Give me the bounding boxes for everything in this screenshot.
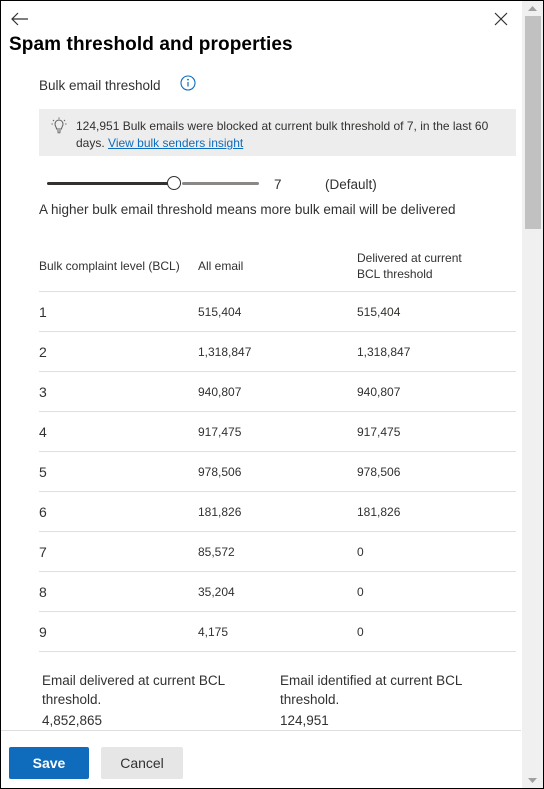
bulk-threshold-slider[interactable]	[47, 175, 259, 193]
cell-delivered: 181,826	[357, 491, 516, 532]
slider-default-label: (Default)	[325, 177, 377, 192]
table-row: 1 515,404 515,404	[39, 291, 516, 332]
cell-all-email: 515,404	[198, 291, 357, 332]
lightbulb-icon	[51, 117, 67, 135]
bulk-info-banner: 124,951 Bulk emails were blocked at curr…	[39, 109, 516, 156]
panel-footer: Save Cancel	[1, 730, 521, 788]
slider-track-empty	[182, 182, 259, 185]
cancel-button[interactable]: Cancel	[101, 747, 183, 779]
spam-threshold-panel: Spam threshold and properties Bulk email…	[0, 0, 544, 789]
slider-thumb[interactable]	[167, 176, 181, 190]
save-button[interactable]: Save	[9, 747, 89, 779]
cell-bcl-level: 4	[39, 411, 198, 452]
threshold-hint: A higher bulk email threshold means more…	[39, 202, 456, 217]
chevron-up-icon	[528, 6, 537, 11]
cell-bcl-level: 3	[39, 371, 198, 412]
cell-all-email: 917,475	[198, 411, 357, 452]
summary-identified: Email identified at current BCL threshol…	[280, 671, 500, 730]
header-bcl: Bulk complaint level (BCL)	[39, 241, 198, 292]
cell-bcl-level: 1	[39, 291, 198, 332]
cell-all-email: 1,318,847	[198, 331, 357, 372]
cell-bcl-level: 6	[39, 491, 198, 532]
table-row: 3 940,807 940,807	[39, 371, 516, 412]
cell-all-email: 940,807	[198, 371, 357, 412]
cell-all-email: 85,572	[198, 531, 357, 572]
summary-delivered-label: Email delivered at current BCL threshold…	[42, 673, 225, 707]
cell-delivered: 515,404	[357, 291, 516, 332]
cell-delivered: 0	[357, 571, 516, 612]
header-all-email: All email	[198, 241, 357, 292]
summary-delivered: Email delivered at current BCL threshold…	[42, 671, 262, 730]
vertical-scrollbar[interactable]	[522, 1, 543, 788]
bcl-table: Bulk complaint level (BCL) All email Del…	[39, 241, 516, 652]
info-button[interactable]	[179, 74, 197, 92]
slider-value: 7	[274, 177, 282, 192]
cell-bcl-level: 9	[39, 611, 198, 652]
panel-topbar	[1, 1, 521, 35]
cell-all-email: 35,204	[198, 571, 357, 612]
info-icon	[180, 75, 196, 91]
scroll-down-button[interactable]	[522, 773, 543, 788]
slider-track-filled	[47, 182, 169, 185]
summary-identified-value: 124,951	[280, 713, 329, 728]
cell-all-email: 978,506	[198, 451, 357, 492]
cell-bcl-level: 5	[39, 451, 198, 492]
chevron-down-icon	[528, 778, 537, 783]
table-row: 6 181,826 181,826	[39, 491, 516, 532]
cell-delivered: 917,475	[357, 411, 516, 452]
cell-delivered: 1,318,847	[357, 331, 516, 372]
table-row: 4 917,475 917,475	[39, 411, 516, 452]
table-row: 5 978,506 978,506	[39, 451, 516, 492]
cell-all-email: 181,826	[198, 491, 357, 532]
cell-bcl-level: 2	[39, 331, 198, 372]
table-header-row: Bulk complaint level (BCL) All email Del…	[39, 241, 516, 292]
summary-identified-label: Email identified at current BCL threshol…	[280, 673, 462, 707]
cell-delivered: 0	[357, 611, 516, 652]
cell-all-email: 4,175	[198, 611, 357, 652]
close-button[interactable]	[491, 9, 511, 29]
table-row: 7 85,572 0	[39, 531, 516, 572]
scrollbar-thumb[interactable]	[525, 16, 541, 229]
bulk-threshold-label: Bulk email threshold	[39, 78, 161, 93]
header-delivered: Delivered at current BCL threshold	[357, 241, 516, 292]
cell-delivered: 0	[357, 531, 516, 572]
close-icon	[494, 12, 508, 26]
table-row: 2 1,318,847 1,318,847	[39, 331, 516, 372]
page-title: Spam threshold and properties	[9, 34, 293, 55]
back-button[interactable]	[9, 9, 31, 29]
cell-delivered: 940,807	[357, 371, 516, 412]
cell-bcl-level: 7	[39, 531, 198, 572]
table-row: 9 4,175 0	[39, 611, 516, 652]
table-row: 8 35,204 0	[39, 571, 516, 612]
cell-bcl-level: 8	[39, 571, 198, 612]
summary-delivered-value: 4,852,865	[42, 713, 103, 728]
arrow-left-icon	[11, 12, 28, 26]
cell-delivered: 978,506	[357, 451, 516, 492]
view-bulk-senders-link[interactable]: View bulk senders insight	[108, 136, 243, 150]
scroll-up-button[interactable]	[522, 1, 543, 16]
banner-text: 124,951 Bulk emails were blocked at curr…	[76, 118, 508, 152]
